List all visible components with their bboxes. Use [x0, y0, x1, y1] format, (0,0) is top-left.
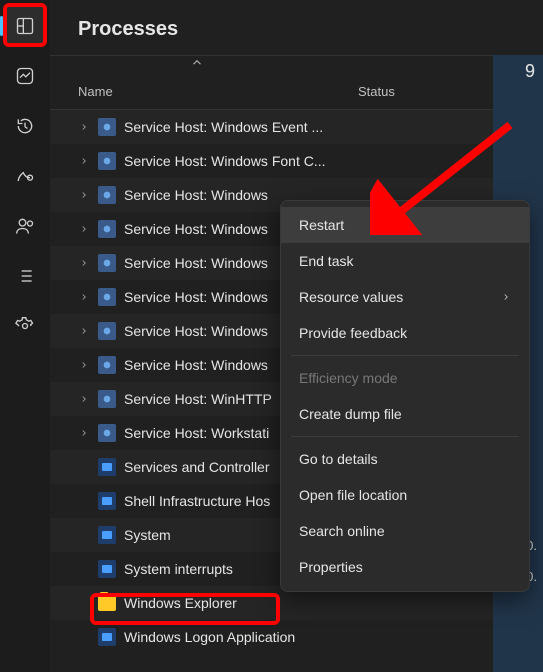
- expand-caret-icon[interactable]: [78, 360, 90, 370]
- menu-item-label: Efficiency mode: [299, 370, 398, 386]
- process-name: Windows Logon Application: [124, 629, 543, 645]
- sidebar-history-icon[interactable]: [5, 106, 45, 146]
- menu-item-label: Restart: [299, 217, 344, 233]
- menu-item-restart[interactable]: Restart: [281, 207, 529, 243]
- process-row[interactable]: Service Host: Windows Event ...: [50, 110, 543, 144]
- sidebar-details-icon[interactable]: [5, 256, 45, 296]
- window-icon: [98, 492, 116, 510]
- gear-icon: [98, 322, 116, 340]
- gear-icon: [98, 254, 116, 272]
- sidebar-users-icon[interactable]: [5, 206, 45, 246]
- expand-caret-icon[interactable]: [78, 326, 90, 336]
- menu-item-label: Go to details: [299, 451, 378, 467]
- menu-item-label: Properties: [299, 559, 363, 575]
- menu-item-properties[interactable]: Properties: [281, 549, 529, 585]
- menu-item-open-file-location[interactable]: Open file location: [281, 477, 529, 513]
- gear-icon: [98, 118, 116, 136]
- process-name: Service Host: Windows Font C...: [124, 153, 543, 169]
- gear-icon: [98, 186, 116, 204]
- process-name: Windows Explorer: [124, 595, 543, 611]
- menu-item-create-dump-file[interactable]: Create dump file: [281, 396, 529, 432]
- sidebar-startup-icon[interactable]: [5, 156, 45, 196]
- sidebar: [0, 0, 50, 672]
- expand-caret-icon[interactable]: [78, 428, 90, 438]
- metric-header: 9: [493, 55, 543, 82]
- menu-item-provide-feedback[interactable]: Provide feedback: [281, 315, 529, 351]
- menu-separator: [291, 355, 519, 356]
- folder-icon: [98, 594, 116, 612]
- sidebar-processes-icon[interactable]: [5, 6, 45, 46]
- expand-caret-icon[interactable]: [78, 292, 90, 302]
- expand-caret-icon[interactable]: [78, 190, 90, 200]
- menu-item-search-online[interactable]: Search online: [281, 513, 529, 549]
- menu-item-label: Create dump file: [299, 406, 402, 422]
- gear-icon: [98, 288, 116, 306]
- menu-item-label: Resource values: [299, 289, 403, 305]
- column-name[interactable]: Name: [78, 84, 358, 99]
- menu-item-efficiency-mode: Efficiency mode: [281, 360, 529, 396]
- expand-caret-icon[interactable]: [78, 122, 90, 132]
- window-icon: [98, 526, 116, 544]
- window-icon: [98, 560, 116, 578]
- menu-item-label: Provide feedback: [299, 325, 407, 341]
- gear-icon: [98, 424, 116, 442]
- page-title: Processes: [50, 0, 543, 56]
- menu-item-label: End task: [299, 253, 353, 269]
- gear-icon: [98, 152, 116, 170]
- expand-caret-icon[interactable]: [78, 394, 90, 404]
- column-headers: Name Status: [50, 76, 543, 110]
- gear-icon: [98, 356, 116, 374]
- menu-item-label: Open file location: [299, 487, 407, 503]
- sidebar-services-icon[interactable]: [5, 306, 45, 346]
- expand-caret-icon[interactable]: [78, 224, 90, 234]
- menu-item-resource-values[interactable]: Resource values: [281, 279, 529, 315]
- gear-icon: [98, 220, 116, 238]
- expand-caret-icon[interactable]: [78, 156, 90, 166]
- menu-item-end-task[interactable]: End task: [281, 243, 529, 279]
- sort-indicator[interactable]: [50, 56, 543, 76]
- column-status[interactable]: Status: [358, 84, 478, 99]
- context-menu: Restart End task Resource values Provide fe…: [280, 200, 530, 592]
- chevron-right-icon: [501, 289, 511, 305]
- process-row[interactable]: Service Host: Windows Font C...: [50, 144, 543, 178]
- process-name: Service Host: Windows Event ...: [124, 119, 543, 135]
- menu-separator: [291, 436, 519, 437]
- sidebar-performance-icon[interactable]: [5, 56, 45, 96]
- window-icon: [98, 628, 116, 646]
- expand-caret-icon[interactable]: [78, 258, 90, 268]
- gear-icon: [98, 390, 116, 408]
- menu-item-label: Search online: [299, 523, 385, 539]
- window-icon: [98, 458, 116, 476]
- menu-item-go-to-details[interactable]: Go to details: [281, 441, 529, 477]
- process-row[interactable]: Windows Logon Application: [50, 620, 543, 654]
